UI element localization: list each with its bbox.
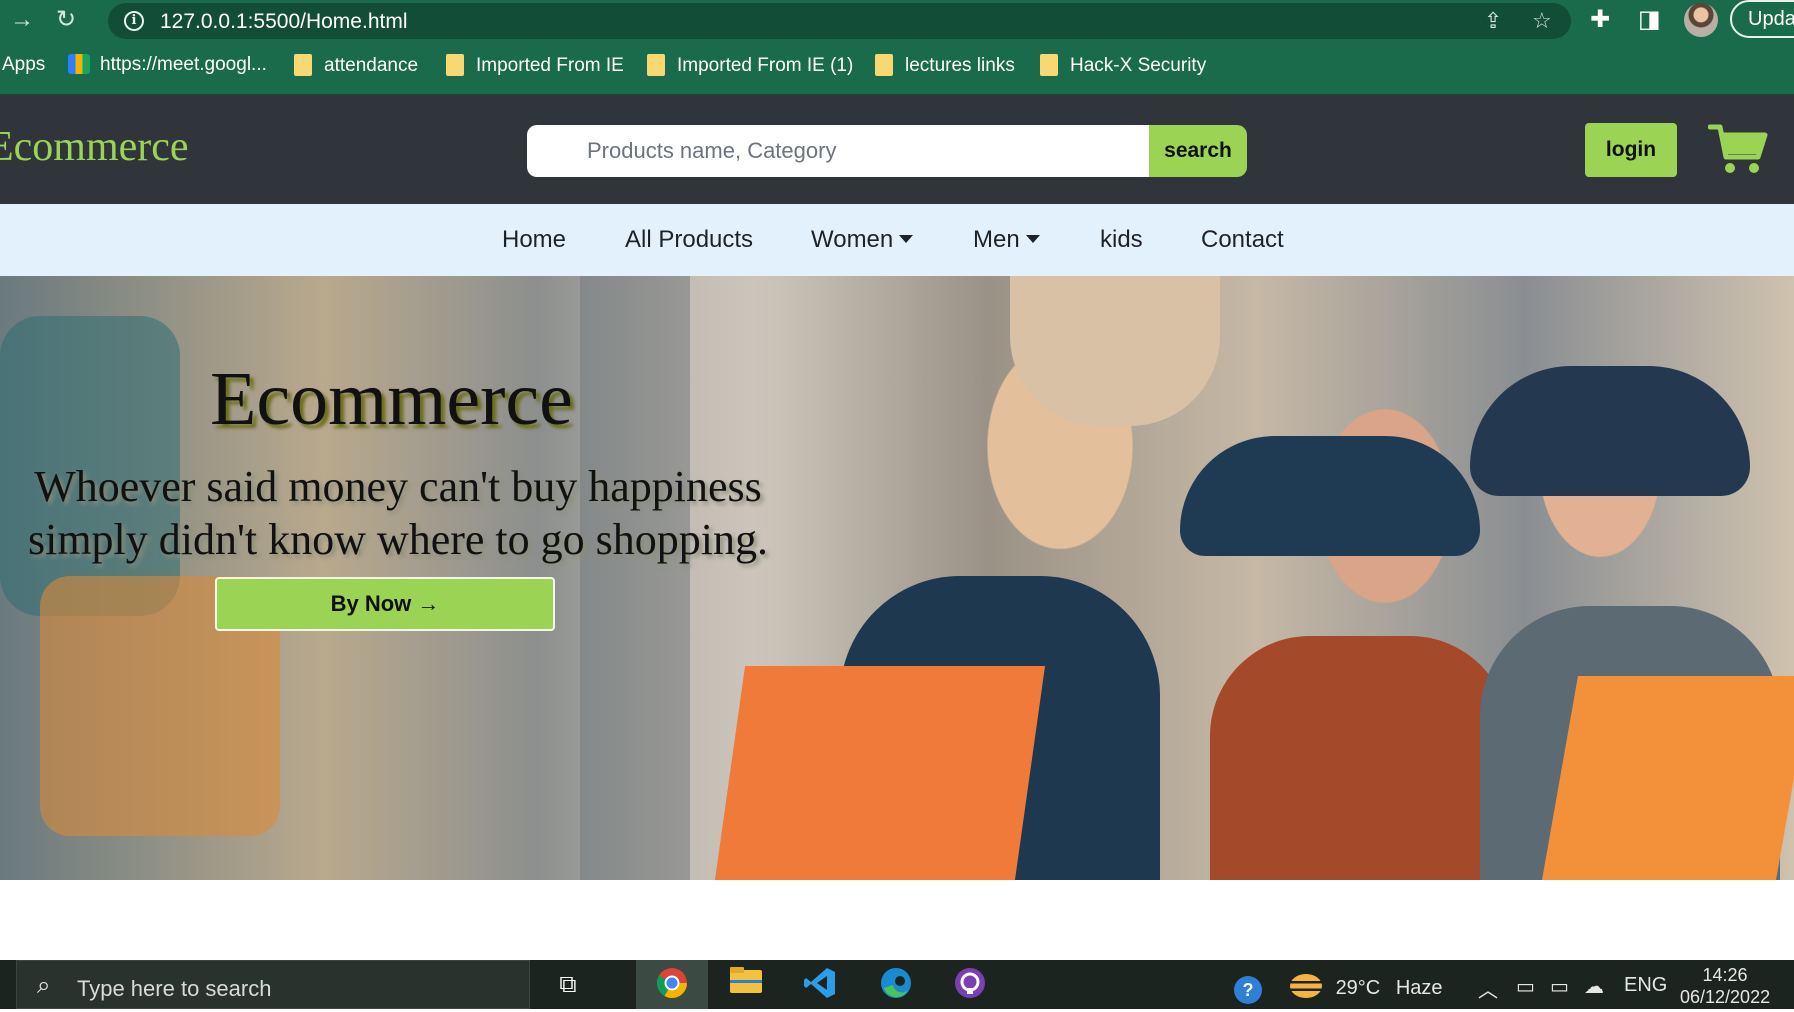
login-button[interactable]: login [1585,123,1677,177]
shopping-cart-icon[interactable] [1708,121,1768,177]
folder-icon [446,54,464,76]
search-icon: ⌕ [37,972,51,999]
buy-now-button[interactable]: By Now → [215,577,555,631]
bookmark-attendance[interactable]: attendance [294,54,418,77]
url-text[interactable]: 127.0.0.1:5500/Home.html [160,10,408,34]
task-view-icon[interactable]: ⧉ [548,966,588,1004]
update-button[interactable]: Upda [1730,0,1794,38]
forward-icon[interactable]: → [8,6,36,34]
caret-down-icon [899,235,914,243]
chevron-up-icon[interactable]: ︿ [1478,974,1498,1003]
hero-title: Ecommerce [210,357,573,441]
help-icon[interactable]: ? [1232,974,1264,1006]
bookmark-imported-ie[interactable]: Imported From IE [446,54,624,77]
bookmark-lectures-links[interactable]: lectures links [875,54,1015,77]
search-button[interactable]: search [1149,125,1247,177]
share-icon[interactable]: ⇪ [1484,8,1502,34]
nav-all-products[interactable]: All Products [625,226,753,254]
search-form: search [527,125,1247,177]
reload-icon[interactable]: ↻ [52,6,80,34]
taskbar-search[interactable]: ⌕ Type here to search [16,960,530,1009]
language-indicator[interactable]: ENG [1624,974,1667,997]
svg-text:?: ? [1243,980,1254,1000]
bookmark-meet[interactable]: https://meet.googl... [68,54,267,76]
side-panel-icon[interactable]: ◨ [1638,5,1661,34]
folder-icon [647,54,665,76]
search-input[interactable] [527,125,1149,177]
nav-kids[interactable]: kids [1100,226,1143,254]
weather-temp: 29°C [1335,977,1381,999]
caret-down-icon [1025,235,1040,243]
windows-taskbar: ⌕ Type here to search ⧉ ? 29°C Haze ︿ ▭ … [0,960,1794,1009]
nav-men[interactable]: Men [973,226,1040,254]
browser-toolbar: → ↻ i 127.0.0.1:5500/Home.html ⇪ ☆ ✚ ◨ U… [0,0,1794,40]
edge-icon[interactable] [876,966,916,1004]
bookmarks-bar: Apps https://meet.googl... attendance Im… [0,40,1794,95]
brand-logo[interactable]: Ecommerce [0,123,189,171]
weather-widget[interactable]: 29°C Haze [1290,974,1443,1000]
github-desktop-icon[interactable] [950,966,990,1004]
file-explorer-icon[interactable] [726,966,766,1004]
vscode-icon[interactable] [800,966,840,1004]
folder-icon [294,54,312,76]
site-header: Ecommerce search login [0,95,1794,204]
meet-now-icon[interactable]: ▭ [1516,974,1535,999]
clock-date: 06/12/2022 [1680,987,1771,1007]
main-nav: Home All Products Women Men kids Contact [0,204,1794,276]
bookmark-hackx-security[interactable]: Hack-X Security [1040,54,1206,77]
hero-quote-line-1: Whoever said money can't buy happiness [34,462,762,511]
onedrive-icon[interactable]: ☁ [1584,974,1604,999]
haze-sun-icon [1290,974,1322,998]
bookmark-apps[interactable]: Apps [2,54,45,76]
chrome-icon[interactable] [652,966,692,1004]
meet-icon [68,54,90,74]
bookmark-star-icon[interactable]: ☆ [1532,8,1552,34]
site-info-icon[interactable]: i [124,11,144,31]
address-bar[interactable]: i 127.0.0.1:5500/Home.html ⇪ ☆ [108,3,1571,39]
bookmark-imported-ie-1[interactable]: Imported From IE (1) [647,54,853,77]
weather-desc: Haze [1395,977,1443,999]
system-clock[interactable]: 14:26 06/12/2022 [1680,964,1770,1008]
profile-avatar[interactable] [1684,3,1718,37]
clock-time: 14:26 [1702,965,1748,985]
folder-icon [1040,54,1058,76]
folder-icon [875,54,893,76]
hero-banner: Ecommerce Whoever said money can't buy h… [0,276,1794,880]
nav-contact[interactable]: Contact [1201,226,1284,254]
taskbar-search-placeholder: Type here to search [77,976,272,1001]
extensions-icon[interactable]: ✚ [1590,5,1610,34]
battery-icon[interactable]: ▭ [1550,974,1569,999]
hero-quote-line-2: simply didn't know where to go shopping. [27,515,768,564]
hero-quote: Whoever said money can't buy happiness s… [18,460,778,566]
nav-women[interactable]: Women [811,226,914,254]
nav-home[interactable]: Home [502,226,566,254]
